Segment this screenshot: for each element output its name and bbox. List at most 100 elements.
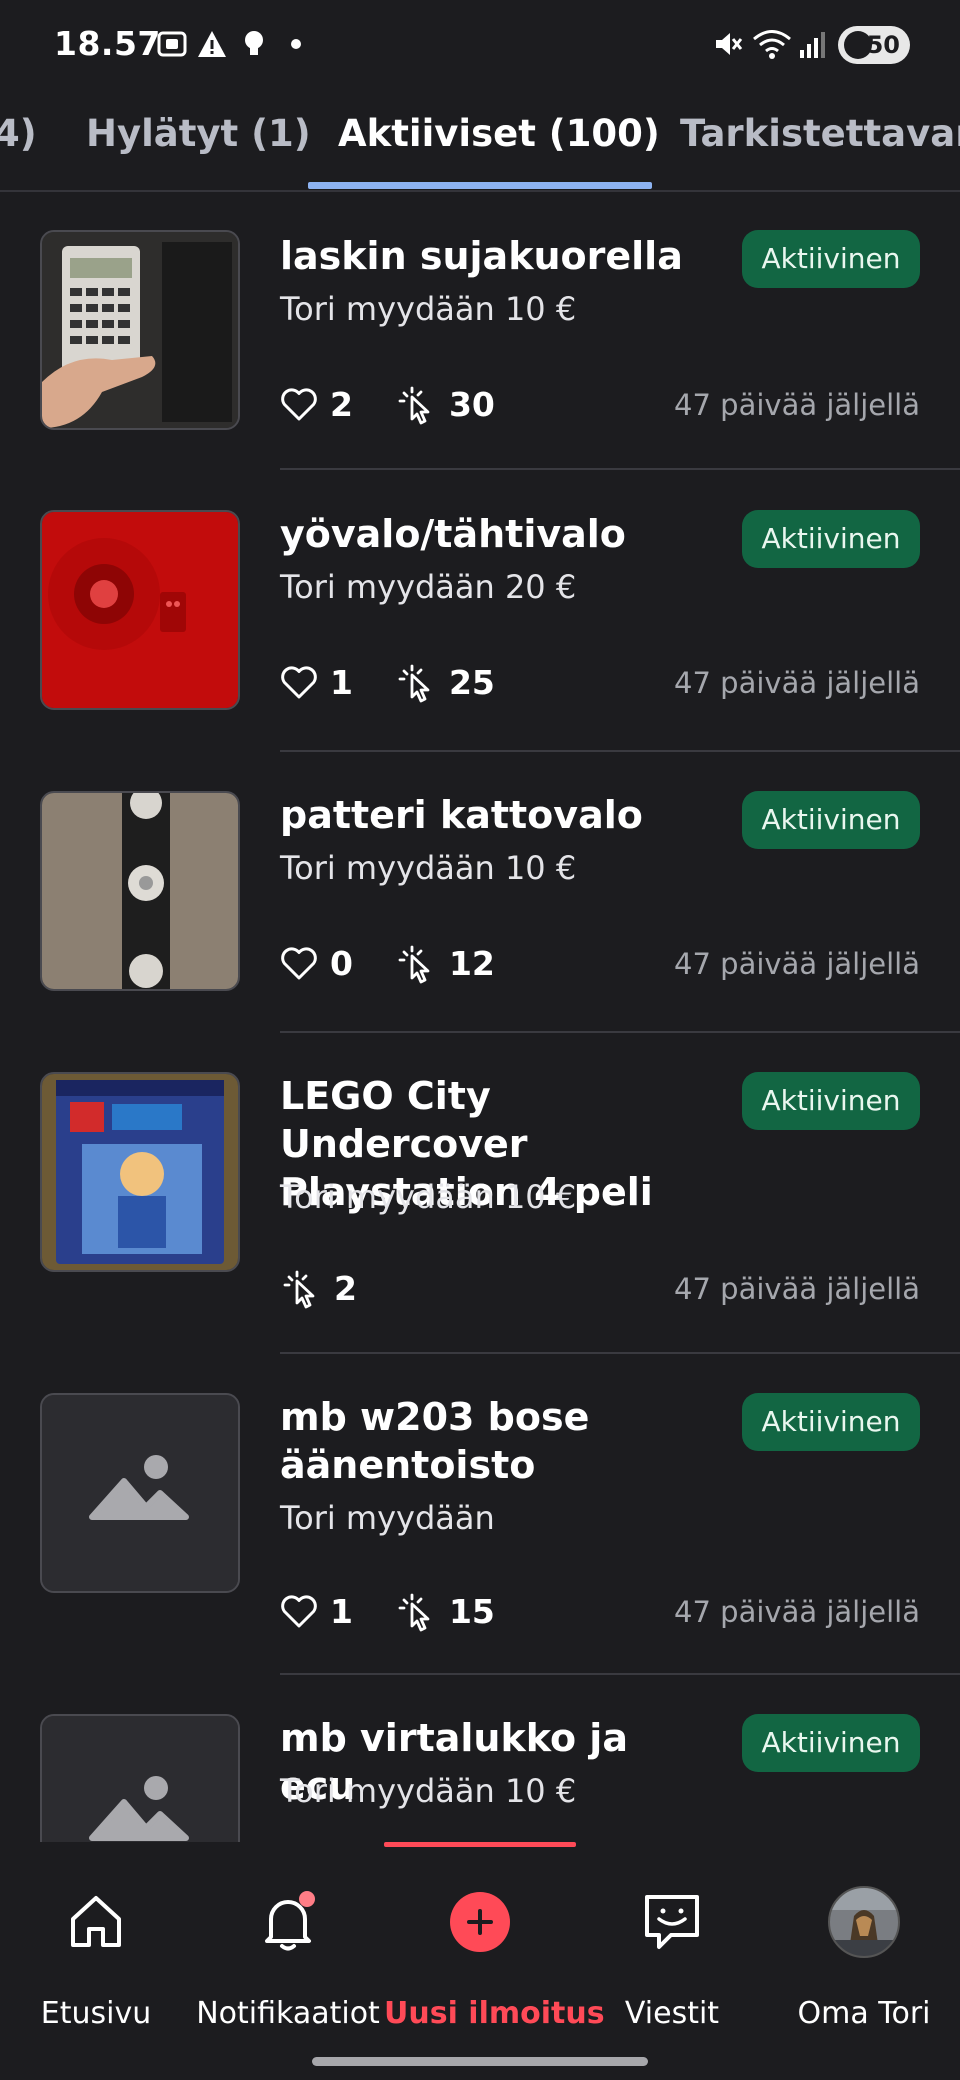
app-screen: 18.57 50) Hylätyt (1) Aktiiviset (100) … (0, 0, 960, 2080)
home-icon (71, 1896, 121, 1947)
likes-stat: 1 (280, 1592, 353, 1631)
image-placeholder-icon (42, 1395, 238, 1591)
listing-stats: 1 25 (280, 658, 537, 706)
wifi-icon (753, 30, 791, 59)
chat-icon (645, 1895, 699, 1949)
status-badge: Aktiivinen (742, 1072, 920, 1130)
listing-subtitle: Tori myydään 20 € (280, 568, 577, 606)
tab-rejected[interactable]: Hylätyt (1) (86, 112, 311, 155)
nav-item-new-listing[interactable]: Uusi ilmoitus (384, 1882, 605, 2031)
listing-subtitle: Tori myydään 10 € (280, 1178, 577, 1216)
listing-stats: 1 15 (280, 1587, 537, 1635)
clicks-count: 2 (334, 1268, 357, 1308)
clicks-count: 12 (448, 943, 495, 983)
heart-icon (281, 947, 317, 980)
likes-count: 1 (330, 1591, 353, 1631)
clicks-stat: 12 (395, 942, 495, 984)
listing-stats: 2 (280, 1264, 399, 1312)
notification-dot (299, 1891, 315, 1907)
cursor-click-icon (398, 945, 430, 984)
heart-icon (281, 388, 317, 421)
likes-count: 0 (330, 943, 353, 983)
cursor-click-icon (398, 1593, 430, 1632)
nav-item-messages[interactable]: Viestit (576, 1882, 768, 2031)
listing-subtitle: Tori myydään 10 € (280, 290, 577, 328)
warning-icon (198, 31, 226, 57)
plus-icon (450, 1892, 510, 1952)
bottom-navigation: Etusivu Notifikaatiot Uusi ilmoitus Vies… (0, 1842, 960, 2080)
bulb-icon (245, 31, 263, 55)
listing-title: yövalo/tähtivalo (280, 512, 626, 556)
status-badge: Aktiivinen (742, 510, 920, 568)
nav-label: Etusivu (40, 1996, 152, 2031)
status-badge: Aktiivinen (742, 1393, 920, 1451)
battery-icon (844, 31, 872, 59)
nav-item-profile[interactable]: Oma Tori (768, 1882, 960, 2031)
listing-subtitle: Tori myydään 10 € (280, 849, 577, 887)
dot-icon (291, 39, 301, 49)
days-left: 47 päivää jäljellä (674, 666, 920, 700)
cursor-click-icon (283, 1270, 315, 1309)
clicks-stat: 15 (395, 1590, 495, 1632)
status-badge: Aktiivinen (742, 230, 920, 288)
heart-icon (281, 666, 317, 699)
clicks-count: 30 (448, 384, 495, 424)
divider (280, 468, 960, 470)
list-item[interactable]: mb virtalukko ja ecu Tori myydään 10 € A… (0, 1674, 960, 1842)
nav-active-indicator (384, 1842, 576, 1847)
nav-label: Viestit (624, 1996, 720, 2031)
listing-thumbnail[interactable] (40, 230, 240, 430)
clicks-count: 25 (448, 662, 495, 702)
clicks-count: 15 (448, 1591, 495, 1631)
home-indicator[interactable] (312, 2057, 648, 2066)
status-badge: Aktiivinen (742, 1714, 920, 1772)
status-time: 18.57 (54, 24, 161, 63)
listing-stats: 0 12 (280, 939, 537, 987)
heart-icon (281, 1595, 317, 1628)
likes-stat: 2 (280, 385, 353, 424)
signal-icon (800, 32, 825, 58)
avatar (828, 1886, 900, 1958)
screenshot-icon (157, 31, 187, 57)
listing-title: laskin sujakuorella (280, 234, 683, 278)
clicks-stat: 25 (395, 661, 495, 703)
days-left: 47 päivää jäljellä (674, 388, 920, 422)
listing-title: patteri kattovalo (280, 793, 643, 837)
listing-subtitle: Tori myydään 10 € (280, 1772, 577, 1810)
days-left: 47 päivää jäljellä (674, 1595, 920, 1629)
listing-thumbnail[interactable] (40, 1714, 240, 1842)
days-left: 47 päivää jäljellä (674, 1272, 920, 1306)
listing-thumbnail[interactable] (40, 1393, 240, 1593)
mute-icon (716, 33, 743, 55)
tab-active-listings[interactable]: Aktiiviset (100) (338, 112, 660, 155)
listing-title: mb w203 bose äänentoisto (280, 1395, 590, 1487)
days-left: 47 päivää jäljellä (674, 947, 920, 981)
cursor-click-icon (398, 664, 430, 703)
listing-thumbnail[interactable] (40, 1072, 240, 1272)
clicks-stat: 30 (395, 383, 495, 425)
nav-item-home[interactable]: Etusivu (0, 1882, 192, 2031)
likes-stat: 0 (280, 944, 353, 983)
cursor-click-icon (398, 386, 430, 425)
divider (280, 1031, 960, 1033)
nav-label: Oma Tori (797, 1996, 931, 2031)
tab-previous[interactable]: 4) (0, 112, 37, 155)
tab-bar: 4) Hylätyt (1) Aktiiviset (100) Tarkiste… (0, 96, 960, 192)
likes-stat: 1 (280, 663, 353, 702)
listing-thumbnail[interactable] (40, 791, 240, 991)
nav-label: Uusi ilmoitus (384, 1996, 605, 2031)
divider (280, 750, 960, 752)
likes-count: 1 (330, 662, 353, 702)
listing-subtitle: Tori myydään (280, 1499, 495, 1537)
status-bar: 18.57 50 (0, 0, 960, 92)
tab-pending-review[interactable]: Tarkistettavana (680, 112, 960, 155)
bell-icon (265, 1891, 315, 1951)
nav-label: Notifikaatiot (196, 1996, 380, 2031)
likes-count: 2 (330, 384, 353, 424)
battery-indicator: 50 (838, 26, 910, 64)
listing-stats: 2 30 (280, 380, 537, 428)
clicks-stat: 2 (280, 1267, 357, 1309)
image-placeholder-icon (42, 1716, 238, 1842)
listing-thumbnail[interactable] (40, 510, 240, 710)
nav-item-notifications[interactable]: Notifikaatiot (192, 1882, 384, 2031)
